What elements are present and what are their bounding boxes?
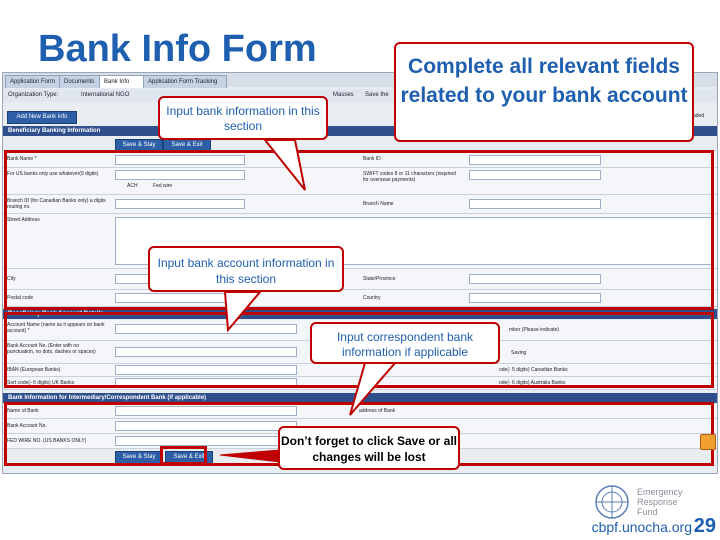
pointer-save bbox=[219, 449, 281, 463]
logo-line-1: Emergency bbox=[637, 487, 683, 497]
callout-dont-forget: Don’t forget to click Save or all change… bbox=[278, 426, 460, 470]
un-emblem-icon bbox=[595, 485, 629, 519]
erf-logo-text: Emergency Response Fund bbox=[637, 487, 683, 517]
callout-complete-all: Complete all relevant fields related to … bbox=[394, 42, 694, 142]
logo-line-2: Response bbox=[637, 497, 678, 507]
callout-input-correspondent: Input correspondent bank information if … bbox=[310, 322, 500, 364]
warning-icon bbox=[700, 434, 716, 450]
footer-url[interactable]: cbpf.unocha.org bbox=[592, 519, 692, 535]
logo-line-3: Fund bbox=[637, 507, 658, 517]
pointer-bank-info bbox=[262, 139, 306, 191]
pointer-correspondent bbox=[349, 362, 398, 416]
callout-input-bank-info: Input bank information in this section bbox=[158, 96, 328, 140]
pointer-account-info bbox=[223, 291, 263, 333]
page-number: 29 bbox=[693, 515, 716, 537]
callout-input-account-info: Input bank account information in this s… bbox=[148, 246, 344, 292]
